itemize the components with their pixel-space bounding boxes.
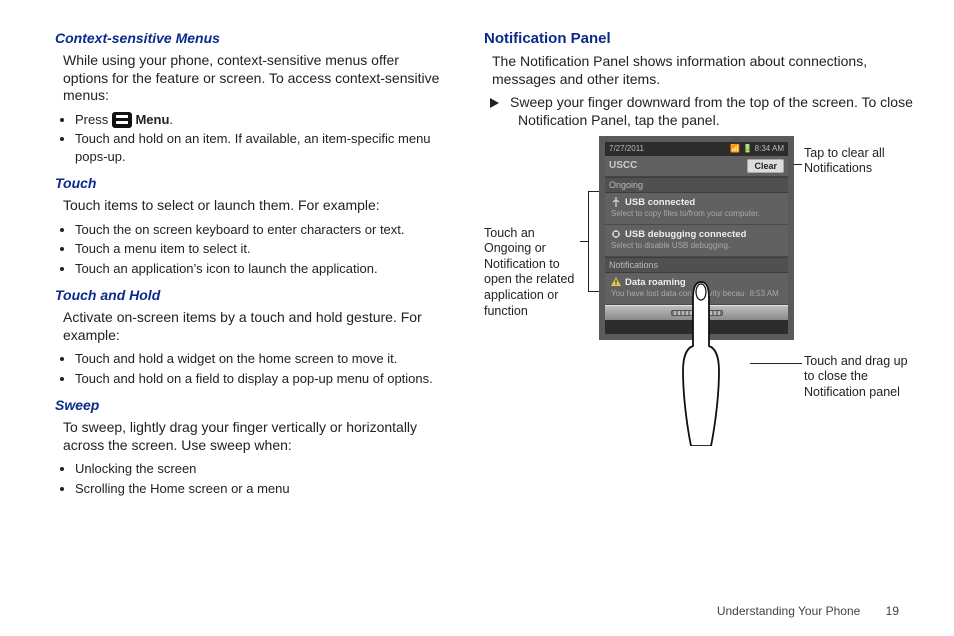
heading-touch: Touch bbox=[55, 175, 444, 191]
status-time: 📶 🔋 8:34 AM bbox=[730, 144, 784, 153]
bullet-touch-appicon: Touch an application’s icon to launch th… bbox=[75, 260, 444, 278]
notification-step: Sweep your finger downward from the top … bbox=[504, 94, 914, 130]
sweep-bullets: Unlocking the screen Scrolling the Home … bbox=[63, 460, 444, 497]
notification-body: The Notification Panel shows information… bbox=[492, 53, 914, 88]
bullet-scroll-home: Scrolling the Home screen or a menu bbox=[75, 480, 444, 498]
callout-close-panel: Touch and drag up to close the Notificat… bbox=[804, 354, 914, 401]
footer-page-number: 19 bbox=[886, 604, 899, 618]
panel-below bbox=[605, 320, 788, 334]
callout-line bbox=[580, 241, 588, 242]
warning-icon bbox=[611, 277, 621, 287]
status-bar: 7/27/2011 📶 🔋 8:34 AM bbox=[605, 142, 788, 156]
usb-icon bbox=[611, 197, 621, 207]
bullet-unlock: Unlocking the screen bbox=[75, 460, 444, 478]
notifications-label: Notifications bbox=[605, 257, 788, 273]
clear-button[interactable]: Clear bbox=[747, 159, 784, 173]
touch-body: Touch items to select or launch them. Fo… bbox=[63, 197, 444, 215]
context-bullets: Press Menu. Touch and hold on an item. I… bbox=[63, 111, 444, 166]
left-column: Context-sensitive Menus While using your… bbox=[55, 30, 444, 507]
bullet-hold-widget: Touch and hold a widget on the home scre… bbox=[75, 350, 444, 368]
bullet-touch-menuitem: Touch a menu item to select it. bbox=[75, 240, 444, 258]
heading-sweep: Sweep bbox=[55, 397, 444, 413]
bullet-touch-keyboard: Touch the on screen keyboard to enter ch… bbox=[75, 221, 444, 239]
bullet-touch-hold-item: Touch and hold on an item. If available,… bbox=[75, 130, 444, 165]
heading-notification-panel: Notification Panel bbox=[484, 30, 914, 47]
notification-usb-debug[interactable]: USB debugging connected Select to disabl… bbox=[605, 225, 788, 257]
callout-open-notification: Touch an Ongoing or Notification to open… bbox=[484, 226, 584, 320]
heading-touch-hold: Touch and Hold bbox=[55, 287, 444, 303]
carrier-label: USCC bbox=[609, 160, 637, 171]
menu-icon bbox=[112, 112, 132, 128]
callout-clear-all: Tap to clear all Notifications bbox=[804, 146, 914, 177]
ongoing-label: Ongoing bbox=[605, 177, 788, 193]
bullet-press-menu: Press Menu. bbox=[75, 111, 444, 129]
notification-data-roaming[interactable]: Data roaming You have lost data connecti… bbox=[605, 273, 788, 305]
right-column: Notification Panel The Notification Pane… bbox=[484, 30, 914, 507]
phone-mock: 7/27/2011 📶 🔋 8:34 AM USCC Clear Ongoing… bbox=[599, 136, 794, 340]
menu-label: Menu bbox=[135, 112, 169, 127]
notification-usb[interactable]: USB connected Select to copy files to/fr… bbox=[605, 193, 788, 225]
status-date: 7/27/2011 bbox=[609, 144, 644, 153]
heading-context-menus: Context-sensitive Menus bbox=[55, 30, 444, 46]
page-footer: Understanding Your Phone 19 bbox=[717, 604, 899, 618]
touch-hold-body: Activate on-screen items by a touch and … bbox=[63, 309, 444, 344]
touch-bullets: Touch the on screen keyboard to enter ch… bbox=[63, 221, 444, 278]
notification-figure: Touch an Ongoing or Notification to open… bbox=[484, 136, 914, 461]
panel-header: USCC Clear bbox=[605, 156, 788, 177]
manual-page: Context-sensitive Menus While using your… bbox=[0, 0, 954, 636]
usb-debug-icon bbox=[611, 229, 621, 239]
context-body: While using your phone, context-sensitiv… bbox=[63, 52, 444, 105]
bullet-hold-field: Touch and hold on a field to display a p… bbox=[75, 370, 444, 388]
footer-section: Understanding Your Phone bbox=[717, 604, 860, 618]
callout-line bbox=[750, 363, 802, 364]
panel-drag-handle[interactable] bbox=[605, 305, 788, 320]
touch-hold-bullets: Touch and hold a widget on the home scre… bbox=[63, 350, 444, 387]
sweep-body: To sweep, lightly drag your finger verti… bbox=[63, 419, 444, 454]
callout-line bbox=[588, 191, 589, 291]
